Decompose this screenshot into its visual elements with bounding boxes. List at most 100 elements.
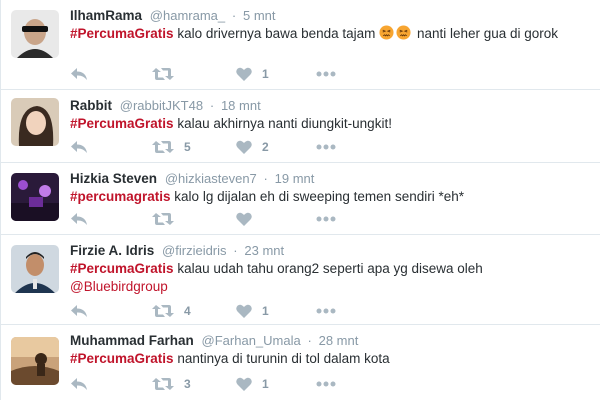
tweet-text-segment: kalau akhirnya nanti diungkit-ungkit!: [173, 116, 392, 131]
more-button[interactable]: [316, 65, 336, 83]
reply-icon: [71, 141, 87, 153]
retweet-icon: [152, 213, 174, 225]
like-count: 1: [262, 67, 269, 81]
tweet-header: Firzie A. Idris @firzieidris · 23 mnt: [70, 243, 284, 258]
retweet-icon: [152, 141, 174, 153]
tweet-header: Hizkia Steven @hizkiasteven7 · 19 mnt: [70, 171, 314, 186]
avatar[interactable]: [11, 245, 59, 293]
separator-dot: ·: [307, 333, 312, 348]
retweet-count: 3: [184, 377, 191, 391]
retweet-icon: [152, 378, 174, 390]
tweet-item[interactable]: Firzie A. Idris @firzieidris · 23 mnt #P…: [0, 235, 600, 325]
user-handle[interactable]: @hamrama_: [150, 8, 225, 23]
retweet-icon: [152, 305, 174, 317]
tweet-text-segment: kalo lg dijalan eh di sweeping temen sen…: [170, 189, 464, 204]
user-handle[interactable]: @rabbitJKT48: [120, 98, 203, 113]
hashtag-link[interactable]: #PercumaGratis: [70, 351, 174, 366]
tweet-text: #PercumaGratis kalau akhirnya nanti diun…: [70, 115, 580, 133]
reply-icon: [71, 305, 87, 317]
user-handle[interactable]: @firzieidris: [162, 243, 226, 258]
tweet-item[interactable]: Hizkia Steven @hizkiasteven7 · 19 mnt #p…: [0, 163, 600, 235]
confounded-face-emoji: [396, 25, 411, 40]
hashtag-link[interactable]: #percumagratis: [70, 189, 171, 204]
avatar[interactable]: [11, 337, 59, 385]
tweet-item[interactable]: Muhammad Farhan @Farhan_Umala · 28 mnt #…: [0, 325, 600, 400]
heart-icon: [236, 140, 252, 154]
tweet-text: #PercumaGratis nantinya di turunin di to…: [70, 350, 580, 368]
display-name[interactable]: IlhamRama: [70, 8, 142, 23]
timestamp[interactable]: 5 mnt: [243, 8, 276, 23]
reply-button[interactable]: [70, 210, 88, 228]
separator-dot: ·: [231, 8, 237, 23]
avatar-image: [11, 98, 59, 146]
avatar-image: [11, 10, 59, 58]
retweet-button[interactable]: 3: [152, 375, 191, 393]
more-button[interactable]: [316, 302, 336, 320]
reply-button[interactable]: [70, 375, 88, 393]
tweet-text: #percumagratis kalo lg dijalan eh di swe…: [70, 188, 580, 206]
like-count: 1: [262, 377, 269, 391]
display-name[interactable]: Firzie A. Idris: [70, 243, 154, 258]
tweet-item[interactable]: Rabbit @rabbitJKT48 · 18 mnt #PercumaGra…: [0, 90, 600, 163]
reply-icon: [71, 68, 87, 80]
retweet-count: 5: [184, 140, 191, 154]
retweet-button[interactable]: [152, 210, 184, 228]
like-button[interactable]: 1: [236, 375, 269, 393]
heart-icon: [236, 304, 252, 318]
timestamp[interactable]: 19 mnt: [275, 171, 315, 186]
tweet-text: #PercumaGratis kalo drivernya bawa benda…: [70, 25, 580, 43]
tweet-item[interactable]: IlhamRama @hamrama_ · 5 mnt #PercumaGrat…: [0, 0, 600, 90]
timestamp[interactable]: 23 mnt: [244, 243, 284, 258]
like-count: 2: [262, 140, 269, 154]
tweet-text-segment: kalo drivernya bawa benda tajam: [173, 26, 380, 41]
display-name[interactable]: Muhammad Farhan: [70, 333, 194, 348]
reply-button[interactable]: [70, 65, 88, 83]
user-handle[interactable]: @Farhan_Umala: [202, 333, 301, 348]
hashtag-link[interactable]: #PercumaGratis: [70, 116, 174, 131]
more-button[interactable]: [316, 210, 336, 228]
like-button[interactable]: [236, 210, 262, 228]
avatar[interactable]: [11, 173, 59, 221]
avatar-image: [11, 245, 59, 293]
separator-dot: ·: [209, 98, 215, 113]
display-name[interactable]: Rabbit: [70, 98, 112, 113]
more-icon: [316, 144, 336, 150]
like-count: 1: [262, 304, 269, 318]
like-button[interactable]: 2: [236, 138, 269, 156]
mention-link[interactable]: @Bluebirdgroup: [70, 279, 168, 294]
timestamp[interactable]: 18 mnt: [221, 98, 261, 113]
tweet-text-segment: nanti leher gua di gorok: [413, 26, 559, 41]
retweet-button[interactable]: [152, 65, 184, 83]
confounded-face-emoji: [379, 25, 394, 40]
reply-button[interactable]: [70, 302, 88, 320]
more-button[interactable]: [316, 138, 336, 156]
timestamp[interactable]: 28 mnt: [319, 333, 359, 348]
more-icon: [316, 216, 336, 222]
tweet-actions: 5 2: [70, 138, 370, 156]
avatar-image: [11, 337, 59, 385]
display-name[interactable]: Hizkia Steven: [70, 171, 157, 186]
like-button[interactable]: 1: [236, 65, 269, 83]
reply-button[interactable]: [70, 138, 88, 156]
hashtag-link[interactable]: #PercumaGratis: [70, 26, 174, 41]
like-button[interactable]: 1: [236, 302, 269, 320]
reply-icon: [71, 378, 87, 390]
tweet-actions: [70, 210, 370, 228]
tweet-actions: 1: [70, 65, 370, 83]
avatar-image: [11, 173, 59, 221]
more-icon: [316, 381, 336, 387]
user-handle[interactable]: @hizkiasteven7: [165, 171, 257, 186]
retweet-button[interactable]: 4: [152, 302, 191, 320]
avatar[interactable]: [11, 10, 59, 58]
heart-icon: [236, 67, 252, 81]
separator-dot: ·: [263, 171, 268, 186]
avatar[interactable]: [11, 98, 59, 146]
more-icon: [316, 71, 336, 77]
heart-icon: [236, 212, 252, 226]
hashtag-link[interactable]: #PercumaGratis: [70, 261, 174, 276]
more-icon: [316, 308, 336, 314]
heart-icon: [236, 377, 252, 391]
tweet-text-segment: nantinya di turunin di tol dalam kota: [173, 351, 390, 366]
retweet-button[interactable]: 5: [152, 138, 191, 156]
more-button[interactable]: [316, 375, 336, 393]
